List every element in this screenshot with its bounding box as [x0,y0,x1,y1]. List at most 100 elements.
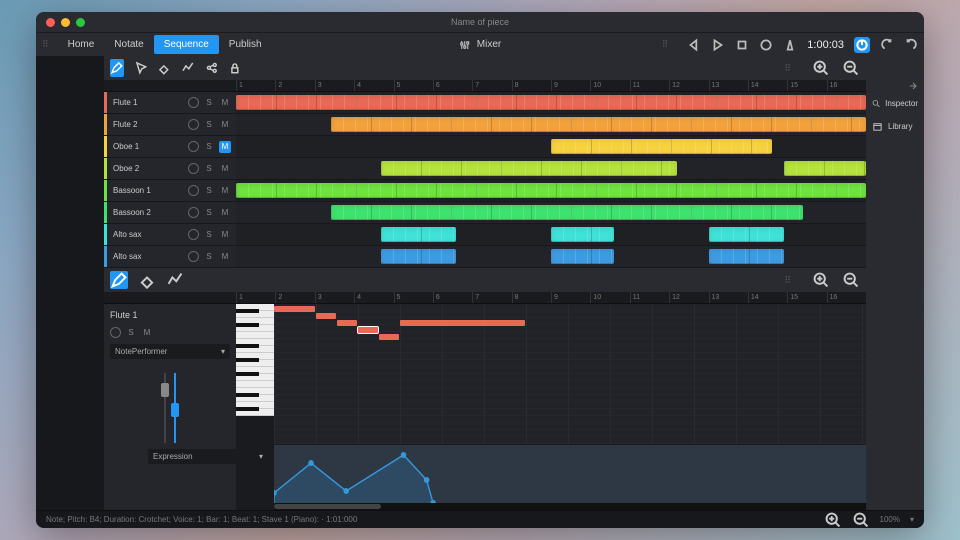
solo-toggle[interactable]: S [203,251,215,263]
clip[interactable] [551,249,614,264]
record-arm-toggle[interactable] [188,185,199,196]
drag-handle-icon[interactable]: ⠿ [42,39,48,50]
clip[interactable] [381,161,677,176]
midi-grid[interactable] [274,304,866,444]
lock-tool[interactable] [228,59,242,77]
automation-tool[interactable] [181,59,195,77]
track-header[interactable]: Oboe 1 S M [104,136,236,157]
midi-note[interactable] [400,320,525,326]
automation-lane[interactable]: Expression▾ [274,445,866,503]
solo-toggle[interactable]: S [203,97,215,109]
mute-toggle[interactable]: M [219,251,231,263]
engine-select[interactable]: NotePerformer▾ [110,344,230,359]
tab-home[interactable]: Home [58,35,105,54]
volume-fader[interactable] [164,373,166,443]
track-lane[interactable] [236,180,866,201]
rewind-button[interactable] [687,38,701,52]
solo-toggle[interactable]: S [203,163,215,175]
tab-notate[interactable]: Notate [104,35,153,54]
mute-toggle[interactable]: M [219,141,231,153]
record-arm-toggle[interactable] [188,97,199,108]
expression-fader[interactable] [174,373,176,443]
clip[interactable] [709,227,785,242]
minimize-window-button[interactable] [61,18,70,27]
erase-tool[interactable] [157,59,171,77]
tab-sequence[interactable]: Sequence [154,35,219,54]
clip[interactable] [236,95,866,110]
track-header[interactable]: Bassoon 1 S M [104,180,236,201]
mixer-button[interactable]: Mixer [459,39,501,51]
track-lane[interactable] [236,92,866,113]
solo-toggle[interactable]: S [203,207,215,219]
zoom-in-button[interactable] [812,59,830,77]
clip[interactable] [331,205,804,220]
collapse-arrow[interactable] [866,80,924,92]
clip[interactable] [551,227,614,242]
midi-note[interactable] [316,313,336,319]
draw-tool[interactable] [110,59,124,77]
clip[interactable] [331,117,867,132]
solo-toggle[interactable]: S [203,229,215,241]
track-header[interactable]: Alto sax S M [104,246,236,267]
mute-toggle[interactable]: M [219,119,231,131]
solo-toggle[interactable]: S [203,185,215,197]
drag-handle-icon[interactable]: ⠿ [784,275,790,286]
record-arm-toggle[interactable] [110,327,121,338]
drag-handle-icon[interactable]: ⠿ [784,63,790,74]
track-header[interactable]: Bassoon 2 S M [104,202,236,223]
record-arm-toggle[interactable] [188,141,199,152]
midi-note[interactable] [274,306,315,312]
zoom-window-button[interactable] [76,18,85,27]
record-arm-toggle[interactable] [188,119,199,130]
erase-tool[interactable] [138,271,156,289]
track-lane[interactable] [236,202,866,223]
clip[interactable] [381,227,457,242]
zoom-in-button[interactable] [824,511,842,529]
inspector-button[interactable]: Inspector [866,92,924,115]
track-header[interactable]: Flute 1 S M [104,92,236,113]
solo-toggle[interactable]: S [203,119,215,131]
track-lane[interactable] [236,224,866,245]
drag-handle-icon[interactable]: ⠿ [662,39,668,50]
mute-toggle[interactable]: M [219,163,231,175]
redo-button[interactable] [904,38,918,52]
track-lane[interactable] [236,158,866,179]
close-window-button[interactable] [46,18,55,27]
clip[interactable] [551,139,772,154]
midi-note[interactable] [358,327,378,333]
mute-toggle[interactable]: M [219,207,231,219]
track-header[interactable]: Oboe 2 S M [104,158,236,179]
record-arm-toggle[interactable] [188,163,199,174]
share-tool[interactable] [205,59,219,77]
power-button[interactable] [854,37,870,53]
track-lane[interactable] [236,136,866,157]
draw-tool[interactable] [110,271,128,289]
undo-button[interactable] [880,38,894,52]
library-button[interactable]: Library [866,115,924,138]
mute-toggle[interactable]: M [141,326,153,338]
record-arm-toggle[interactable] [188,229,199,240]
track-lane[interactable] [236,114,866,135]
clip[interactable] [236,183,866,198]
tab-publish[interactable]: Publish [219,35,272,54]
solo-toggle[interactable]: S [125,326,137,338]
record-arm-toggle[interactable] [188,251,199,262]
zoom-out-button[interactable] [842,271,860,289]
automation-select[interactable]: Expression▾ [148,449,268,464]
zoom-level[interactable]: 100% [880,515,900,524]
zoom-out-button[interactable] [852,511,870,529]
automation-tool[interactable] [166,271,184,289]
timeline-ruler[interactable]: 12345678910111213141516 [104,80,866,92]
record-arm-toggle[interactable] [188,207,199,218]
clip[interactable] [784,161,866,176]
midi-note[interactable] [379,334,399,340]
mute-toggle[interactable]: M [219,229,231,241]
track-lane[interactable] [236,246,866,267]
zoom-out-button[interactable] [842,59,860,77]
detail-ruler[interactable]: 12345678910111213141516 [104,292,866,304]
clip[interactable] [381,249,457,264]
selection-tool[interactable] [134,59,148,77]
record-button[interactable] [759,38,773,52]
zoom-in-button[interactable] [812,271,830,289]
solo-toggle[interactable]: S [203,141,215,153]
